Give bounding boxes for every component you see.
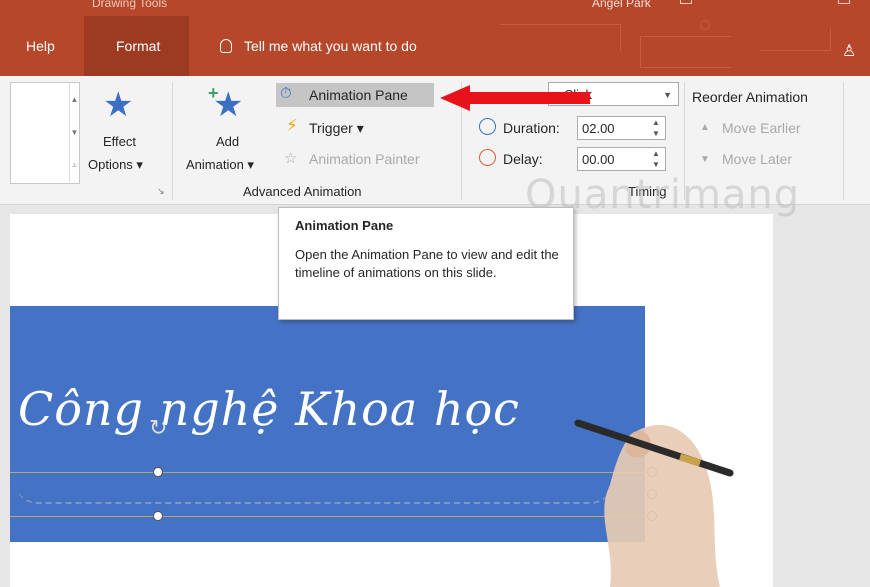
ghost-motion-text <box>14 480 614 504</box>
group-separator <box>843 82 844 200</box>
delay-value: 00.00 <box>582 152 615 167</box>
animation-pane-tooltip: Animation Pane Open the Animation Pane t… <box>278 207 574 320</box>
circuit-decoration <box>700 20 710 30</box>
animation-pane-icon: ⏱ <box>280 85 292 102</box>
reorder-animation-title: Reorder Animation <box>692 89 808 105</box>
move-later-button[interactable]: Move Later <box>722 151 792 167</box>
effect-options-label-2[interactable]: Options ▾ <box>88 157 143 173</box>
duration-clock-icon <box>479 118 496 135</box>
tooltip-title: Animation Pane <box>295 218 394 233</box>
effect-options-star-icon[interactable]: ★ <box>103 88 133 122</box>
circuit-decoration <box>760 28 831 51</box>
delay-label: Delay: <box>503 151 543 167</box>
lightbulb-icon <box>220 39 232 53</box>
duration-label: Duration: <box>503 120 560 136</box>
delay-spin-down-icon[interactable]: ▼ <box>652 161 660 169</box>
delay-spin-up-icon[interactable]: ▲ <box>652 150 660 158</box>
group-separator <box>172 82 173 200</box>
contextual-tab-group: Drawing Tools <box>92 0 168 10</box>
ribbon-tab-bar: Help Format Tell me what you want to do … <box>0 16 870 76</box>
tooltip-body: Open the Animation Pane to view and edit… <box>295 247 559 280</box>
duration-spin-down-icon[interactable]: ▼ <box>652 130 660 138</box>
hand-pen-illustration <box>574 419 734 587</box>
tab-help[interactable]: Help <box>26 16 55 76</box>
restore-icon[interactable] <box>838 0 850 4</box>
tell-me-box[interactable]: Tell me what you want to do <box>220 16 417 76</box>
selection-guide-line <box>10 516 650 517</box>
animation-gallery[interactable]: ▲ ▼ ⩡ <box>10 82 80 184</box>
dialog-launcher-icon[interactable]: ↘ <box>157 186 165 197</box>
selection-guide-line <box>10 472 650 473</box>
gallery-scroll-down-icon[interactable]: ▼ <box>69 116 79 149</box>
title-bar: Drawing Tools Angel Park <box>0 0 870 16</box>
circuit-decoration <box>640 36 731 68</box>
resize-handle[interactable] <box>153 467 163 477</box>
ribbon-display-icon[interactable] <box>680 0 692 4</box>
animation-painter-icon: ☆ <box>284 150 298 167</box>
tell-me-text: Tell me what you want to do <box>244 38 417 54</box>
move-earlier-button[interactable]: Move Earlier <box>722 120 801 136</box>
tab-format[interactable]: Format <box>116 16 160 76</box>
resize-handle[interactable] <box>153 511 163 521</box>
plus-icon: + <box>208 83 219 103</box>
animation-painter-button[interactable]: Animation Painter <box>309 151 420 167</box>
trigger-button[interactable]: Trigger ▾ <box>309 120 364 137</box>
animation-pane-button[interactable]: ⏱ Animation Pane <box>276 83 434 107</box>
user-name[interactable]: Angel Park <box>592 0 651 10</box>
slide-text-box[interactable]: Công nghệ Khoa học <box>18 382 520 436</box>
rotate-handle-icon[interactable]: ↻ <box>149 415 167 441</box>
animation-pane-label: Animation Pane <box>309 87 408 103</box>
red-arrow-annotation <box>440 85 590 111</box>
share-person-icon[interactable]: ♙ <box>842 41 856 61</box>
add-animation-label-1[interactable]: Add <box>216 134 239 149</box>
duration-spin-up-icon[interactable]: ▲ <box>652 119 660 127</box>
delay-clock-icon <box>479 149 496 166</box>
advanced-animation-group-label: Advanced Animation <box>243 184 362 199</box>
duration-value: 02.00 <box>582 121 615 136</box>
move-later-icon: ▼ <box>700 154 710 165</box>
circuit-decoration <box>500 24 621 51</box>
gallery-more-icon[interactable]: ⩡ <box>69 149 79 182</box>
lightning-icon: ⚡ <box>286 116 298 135</box>
effect-options-label-1[interactable]: Effect <box>103 134 136 149</box>
slide-text: Công nghệ Khoa học <box>18 382 520 436</box>
add-animation-label-2[interactable]: Animation ▾ <box>186 157 254 173</box>
chevron-down-icon: ▼ <box>663 90 672 100</box>
move-earlier-icon: ▲ <box>700 122 710 133</box>
gallery-scroll-up-icon[interactable]: ▲ <box>69 83 79 116</box>
